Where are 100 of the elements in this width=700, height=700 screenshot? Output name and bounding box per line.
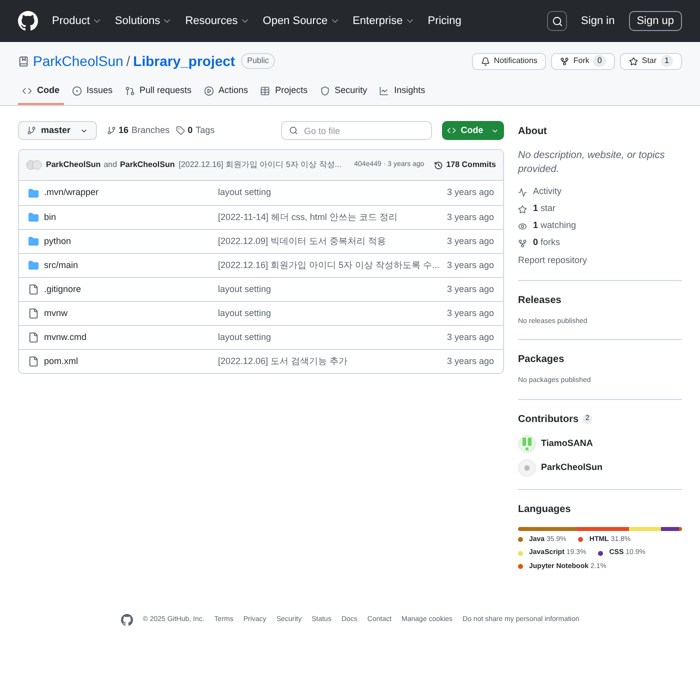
branch-selector[interactable]: master — [18, 121, 97, 140]
folder-icon — [28, 212, 39, 223]
section-heading: Releases — [518, 294, 562, 308]
sign-up-button[interactable]: Sign up — [628, 11, 682, 31]
avatar-icon — [518, 434, 536, 452]
sign-in-link[interactable]: Sign in — [579, 12, 617, 30]
nav-menu-item[interactable]: Resources — [185, 12, 250, 30]
path-separator: / — [126, 52, 130, 70]
folder-icon — [28, 188, 39, 198]
table-icon — [260, 86, 270, 96]
repository-tab[interactable]: Code — [18, 79, 64, 105]
branches-link[interactable]: 16 Branches — [106, 124, 170, 138]
about-link[interactable]: 0 forks — [518, 237, 682, 249]
nav-menu-item[interactable]: Pricing — [428, 12, 462, 30]
file-name-link[interactable]: .gitignore — [44, 282, 218, 296]
commit-message-link[interactable]: layout setting — [218, 306, 272, 320]
section-heading: About — [518, 125, 548, 139]
fork-icon — [518, 238, 527, 248]
file-name-link[interactable]: .mvn/wrapper — [44, 186, 218, 200]
line-chart-icon — [379, 86, 390, 96]
file-name-link[interactable]: mvnw — [44, 306, 218, 320]
commit-age: 3 years ago — [446, 186, 494, 200]
commit-message-link[interactable]: [2022.12.06] 도서 검색기능 추가 — [218, 354, 348, 368]
commit-message-link[interactable]: [2022.12.16] 회원가입 아이디 5자 이상 작성... — [178, 159, 342, 171]
file-icon — [28, 332, 39, 343]
star-button[interactable]: Star 1 — [620, 52, 682, 70]
repository-tab[interactable]: Issues — [68, 79, 117, 105]
github-logo[interactable] — [18, 11, 38, 31]
commit-message-link[interactable]: layout setting — [218, 186, 272, 200]
file-name-link[interactable]: pom.xml — [44, 354, 218, 368]
about-link[interactable]: Activity — [518, 186, 682, 198]
nav-menu-item[interactable]: Enterprise — [352, 12, 415, 30]
repository-tab[interactable]: Actions — [200, 79, 252, 105]
commit-age: 3 years ago — [446, 282, 494, 296]
commits-link[interactable]: 178 Commits — [434, 159, 496, 171]
notifications-button[interactable]: Notifications — [472, 52, 546, 70]
shield-icon — [320, 86, 330, 96]
author-joiner: and — [104, 159, 118, 171]
commit-message-link[interactable]: [2022.12.09] 빅데이터 도서 중복처리 적용 — [218, 234, 386, 248]
author-link[interactable]: ParkCheolSun — [46, 159, 101, 171]
file-name-link[interactable]: src/main — [44, 258, 218, 272]
about-link[interactable]: 1 watching — [518, 220, 682, 232]
star-icon — [518, 204, 527, 214]
nav-menu-item[interactable]: Open Source — [262, 12, 340, 30]
repository-tab[interactable]: Insights — [375, 79, 430, 105]
commit-message-link[interactable]: layout setting — [218, 282, 272, 296]
code-button[interactable]: Code — [442, 121, 504, 140]
avatar-icon — [26, 160, 42, 170]
search-icon — [552, 16, 563, 26]
repository-name-link[interactable]: Library_project — [133, 50, 236, 72]
folder-icon — [28, 260, 39, 271]
tags-link[interactable]: 0 Tags — [176, 124, 215, 138]
fork-button[interactable]: Fork 0 — [551, 52, 615, 70]
repository-tab[interactable]: Security — [316, 79, 372, 105]
history-icon — [434, 160, 444, 170]
contributor-link[interactable]: TiamoSANA — [541, 436, 593, 450]
fork-count: 0 — [593, 55, 606, 67]
pull-request-icon — [124, 86, 135, 96]
about-description: No description, website, or topics provided. — [518, 149, 666, 177]
file-icon — [28, 308, 39, 319]
commit-message-link[interactable]: layout setting — [218, 330, 272, 344]
commit-message-link[interactable]: [2022.12.16] 회원가입 아이디 5자 이상 작성하도록 수... — [218, 258, 440, 272]
star-icon — [628, 56, 638, 66]
commit-age: 3 years ago — [446, 210, 494, 224]
tag-icon — [176, 126, 185, 135]
contributor-link[interactable]: ParkCheolSun — [541, 460, 603, 474]
eye-icon — [518, 222, 527, 230]
go-to-file-field[interactable]: Go to file — [281, 121, 432, 140]
play-icon — [204, 86, 214, 96]
search-icon — [289, 126, 298, 135]
report-link[interactable]: Report repository — [518, 254, 682, 268]
file-icon — [28, 356, 39, 367]
section-heading: Contributors — [518, 412, 579, 426]
file-name-link[interactable]: python — [44, 234, 218, 248]
github-logo[interactable] — [120, 614, 133, 626]
author-link[interactable]: ParkCheolSun — [120, 159, 175, 171]
folder-icon — [28, 236, 39, 247]
nav-menu-item[interactable]: Solutions — [114, 12, 172, 30]
repository-icon — [18, 56, 29, 66]
branch-icon — [27, 126, 36, 135]
commit-age: 3 years ago — [446, 258, 494, 272]
file-icon — [28, 284, 39, 295]
code-icon — [446, 126, 456, 135]
branch-icon — [106, 126, 116, 135]
section-heading: Packages — [518, 353, 566, 367]
avatar-icon — [518, 458, 536, 476]
repository-tab[interactable]: Projects — [256, 79, 312, 105]
file-name-link[interactable]: bin — [44, 210, 218, 224]
commit-message-link[interactable]: [2022-11-14] 헤더 css, html 안쓰는 코드 정리 — [218, 210, 398, 224]
commit-age: 3 years ago — [446, 330, 494, 344]
file-name-link[interactable]: mvnw.cmd — [44, 330, 218, 344]
search-button[interactable] — [547, 11, 568, 31]
repository-tab[interactable]: Pull requests — [120, 79, 196, 105]
commit-age: 3 years ago — [446, 354, 494, 368]
section-heading: Languages — [518, 502, 572, 516]
visibility-label: Public — [241, 53, 275, 69]
about-link[interactable]: 1 star — [518, 203, 682, 215]
owner-link[interactable]: ParkCheolSun — [33, 50, 124, 72]
nav-menu-item[interactable]: Product — [52, 12, 102, 30]
fork-icon — [560, 56, 570, 66]
